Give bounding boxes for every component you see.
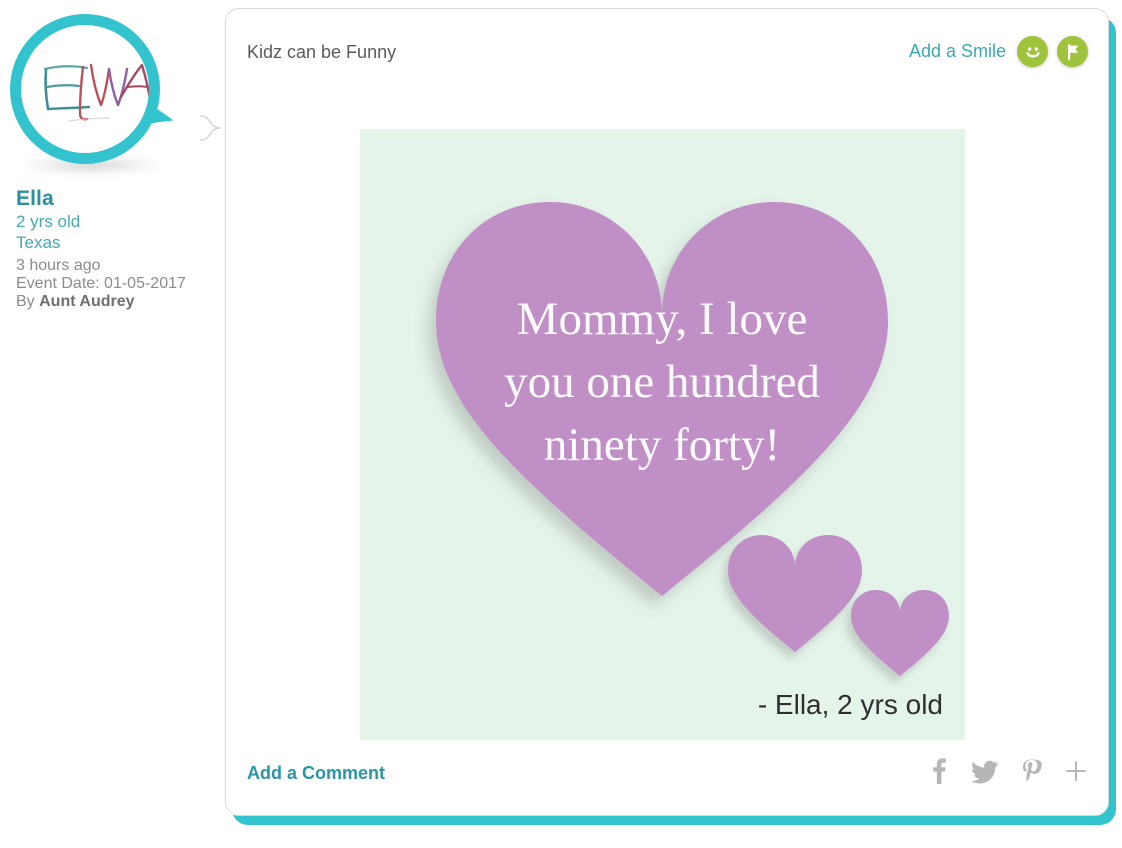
profile-info: Ella 2 yrs old Texas 3 hours ago Event D… xyxy=(16,188,216,312)
image-attribution: - Ella, 2 yrs old xyxy=(758,689,943,720)
add-comment-link[interactable]: Add a Comment xyxy=(247,763,385,784)
byline-prefix: By xyxy=(16,293,40,311)
quote-line-3: ninety forty! xyxy=(544,419,780,471)
profile-age: 2 yrs old xyxy=(16,212,81,231)
quote-line-1: Mommy, I love xyxy=(517,293,808,345)
plus-icon xyxy=(1065,760,1087,782)
byline-author: Aunt Audrey xyxy=(39,293,135,311)
add-smile-link[interactable]: Add a Smile xyxy=(909,41,1006,62)
posted-time: 3 hours ago xyxy=(16,256,101,274)
profile-name: Ella xyxy=(16,187,54,210)
event-date: Event Date: 01-05-2017 xyxy=(16,274,186,292)
more-share-button[interactable] xyxy=(1064,759,1088,783)
profile-meta: 3 hours ago Event Date: 01-05-2017 By Au… xyxy=(16,257,216,312)
avatar-drawing-ella-icon xyxy=(43,63,149,122)
facebook-share-button[interactable] xyxy=(926,757,952,785)
facebook-icon xyxy=(933,758,946,784)
profile-sidebar: Ella 2 yrs old Texas 3 hours ago Event D… xyxy=(0,0,225,848)
pinterest-icon xyxy=(1022,759,1042,782)
share-icons xyxy=(926,757,1088,785)
post-image[interactable]: Mommy, I love you one hundred ninety for… xyxy=(360,129,965,740)
card-header: Kidz can be Funny Add a Smile xyxy=(226,9,1110,89)
heart-quote-graphic: Mommy, I love you one hundred ninety for… xyxy=(360,129,965,740)
smiley-face-icon xyxy=(1025,46,1040,57)
pinterest-share-button[interactable] xyxy=(1020,757,1044,785)
flag-button[interactable] xyxy=(1057,36,1088,67)
card-footer: Add a Comment xyxy=(226,739,1110,815)
avatar-ring xyxy=(10,14,160,164)
flag-icon xyxy=(1067,43,1078,60)
quote-line-2: you one hundred xyxy=(504,356,820,408)
page-title: Kidz can be Funny xyxy=(247,42,397,62)
page-root: Ella 2 yrs old Texas 3 hours ago Event D… xyxy=(0,0,1122,848)
twitter-icon xyxy=(972,760,999,784)
smiley-face-button[interactable] xyxy=(1017,36,1048,67)
avatar[interactable] xyxy=(10,14,221,176)
post-card: Kidz can be Funny Add a Smile Mommy, I l… xyxy=(225,8,1109,816)
header-actions: Add a Smile xyxy=(909,36,1088,67)
twitter-share-button[interactable] xyxy=(972,757,1000,785)
profile-location: Texas xyxy=(16,233,61,253)
byline: By Aunt Audrey xyxy=(16,293,216,311)
